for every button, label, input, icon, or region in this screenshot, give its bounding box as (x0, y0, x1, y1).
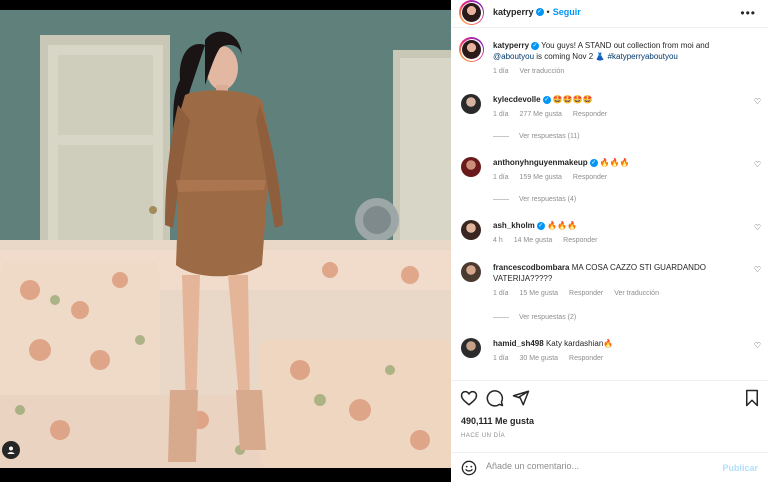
comment-text: 🔥🔥🔥 (599, 158, 630, 167)
reply-button[interactable]: Responder (563, 237, 597, 244)
comment-likes[interactable]: 15 Me gusta (520, 290, 559, 297)
author-username[interactable]: katyperry (493, 7, 534, 17)
post-photo[interactable] (0, 10, 451, 468)
reply-button[interactable]: Responder (573, 111, 607, 118)
heart-icon[interactable]: ♡ (754, 265, 761, 274)
view-replies-label: Ver respuestas (11) (519, 133, 580, 140)
heart-icon[interactable]: ♡ (754, 223, 761, 232)
user-icon[interactable] (2, 441, 20, 459)
caption-mention[interactable]: @aboutyou (493, 52, 534, 61)
comment-likes[interactable]: 14 Me gusta (514, 237, 553, 244)
comment-username[interactable]: hamid_sh498 (493, 339, 544, 348)
comment-avatar[interactable] (461, 157, 481, 177)
more-icon[interactable]: ••• (740, 6, 756, 20)
caption-translate[interactable]: Ver traducción (520, 68, 565, 75)
translate-button[interactable]: Ver traducción (614, 290, 659, 297)
comment-likes[interactable]: 277 Me gusta (520, 111, 562, 118)
follow-button[interactable]: Seguir (553, 7, 581, 17)
comment-time[interactable]: 4 h (493, 237, 503, 244)
comment-username[interactable]: kylecdevolle (493, 95, 541, 104)
author-avatar[interactable] (459, 0, 484, 25)
verified-icon: ✓ (536, 221, 545, 230)
comment-username[interactable]: ash_kholm (493, 221, 535, 230)
comment-avatar[interactable] (461, 220, 481, 240)
comment-text: 🔥🔥🔥 (547, 221, 577, 230)
publish-button[interactable]: Publicar (722, 463, 758, 473)
comment-input[interactable] (486, 461, 716, 471)
heart-icon[interactable]: ♡ (754, 160, 761, 169)
emoji-icon[interactable] (461, 460, 477, 476)
post-sidebar: katyperry ✓ • Seguir ••• katyperry ✓ You … (451, 0, 768, 482)
verified-icon: ✓ (542, 95, 551, 104)
comment-avatar[interactable] (461, 262, 481, 282)
view-replies-label: Ver respuestas (2) (519, 314, 577, 321)
comment-text: Katy kardashian🔥 (545, 339, 614, 348)
reply-button[interactable]: Responder (569, 355, 603, 362)
caption-avatar[interactable] (459, 37, 484, 62)
comment-time[interactable]: 1 día (493, 290, 509, 297)
share-icon[interactable] (512, 389, 530, 407)
comment-username[interactable]: francescodbombara (493, 263, 569, 272)
post-time[interactable]: HACE UN DÍA (461, 433, 505, 439)
bookmark-icon[interactable] (743, 389, 761, 407)
comment-icon[interactable] (486, 389, 504, 407)
comment-time[interactable]: 1 día (493, 111, 509, 118)
comment-likes[interactable]: 159 Me gusta (520, 174, 562, 181)
view-replies-button[interactable]: Ver respuestas (11) (493, 133, 580, 140)
view-replies-button[interactable]: Ver respuestas (4) (493, 196, 576, 203)
verified-icon: ✓ (535, 8, 544, 16)
comment-time[interactable]: 1 día (493, 174, 509, 181)
comment-text: 🤩🤩🤩🤩 (552, 95, 593, 104)
view-replies-label: Ver respuestas (4) (519, 196, 577, 203)
comment-username[interactable]: anthonyhnguyenmakeup (493, 158, 588, 167)
likes-count[interactable]: 490,111 Me gusta (461, 416, 534, 426)
reply-button[interactable]: Responder (573, 174, 607, 181)
add-comment-bar: Publicar (451, 452, 768, 482)
caption-time[interactable]: 1 día (493, 68, 509, 75)
heart-icon[interactable]: ♡ (754, 341, 761, 350)
post-image (0, 10, 451, 468)
view-replies-button[interactable]: Ver respuestas (2) (493, 314, 576, 321)
caption-hashtag[interactable]: #katyperryaboutyou (608, 52, 678, 61)
caption-username[interactable]: katyperry (493, 41, 529, 50)
comment-avatar[interactable] (461, 338, 481, 358)
caption-text-2: is coming Nov 2 👗 (536, 52, 606, 61)
comment-avatar[interactable] (461, 94, 481, 114)
separator-dot: • (546, 7, 550, 17)
verified-icon: ✓ (531, 41, 540, 50)
post-header: katyperry ✓ • Seguir ••• (451, 0, 768, 28)
heart-icon[interactable]: ♡ (754, 97, 761, 106)
comment-time[interactable]: 1 día (493, 355, 509, 362)
caption-text: You guys! A STAND out collection from mo… (541, 41, 710, 50)
heart-icon[interactable] (460, 389, 478, 407)
reply-button[interactable]: Responder (569, 290, 603, 297)
verified-icon: ✓ (589, 158, 598, 167)
comment-likes[interactable]: 30 Me gusta (520, 355, 559, 362)
comments-list[interactable]: katyperry ✓ You guys! A STAND out collect… (451, 34, 768, 379)
